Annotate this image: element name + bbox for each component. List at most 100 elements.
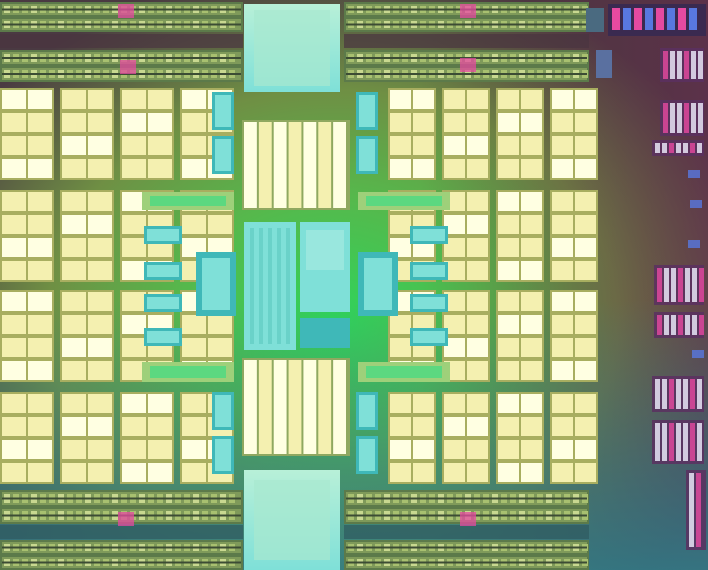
l2-cache-bottom-left-cell [182, 463, 206, 482]
l2-cache-bottom-left-cell [182, 394, 206, 413]
l2-cache-top-right-cell [413, 136, 434, 155]
io-accent-block [460, 4, 476, 18]
center-top-cache-stripe [303, 122, 317, 208]
right-io-macro-cell [669, 143, 674, 153]
right-io-macro-cell [671, 268, 676, 302]
cyan-module-inner [147, 229, 179, 241]
l2-cache-bottom-left-cell [28, 315, 52, 334]
right-io-macro-cell [676, 379, 681, 409]
bottom-right-io2-strip [346, 561, 587, 564]
bottom-left-io2-strip [2, 561, 241, 564]
top-left-io2-strip [2, 57, 241, 59]
l2-cache-bottom-left-cell [148, 463, 172, 482]
l2-cache-bottom-right-cell [575, 417, 596, 436]
l2-cache-top-left-cell [122, 90, 146, 109]
l2-cache-bottom-right-cell [575, 440, 596, 459]
cyan-vertical-module-inner [215, 139, 231, 171]
l2-cache-top-left-cell [182, 113, 206, 132]
center-core-detail [306, 230, 344, 270]
right-io-macro-cell [663, 103, 668, 133]
io-accent-block [118, 512, 134, 526]
l2-cache-bottom-right-cell [552, 394, 573, 413]
center-bottom-cache-stripe [258, 360, 272, 454]
right-io-macro-cell [669, 423, 674, 461]
l2-cache-top-right-cell [390, 113, 411, 132]
l2-cache-bottom-left-cell [62, 440, 86, 459]
l2-cache-top-right-cell [521, 192, 542, 211]
l2-cache-top-left-cell [122, 238, 146, 257]
l2-cache-bottom-right-cell [521, 463, 542, 482]
l2-cache-bottom-right-cell [390, 417, 411, 436]
l2-cache-top-right-cell [467, 261, 488, 280]
right-io-macro-cell [699, 315, 704, 335]
l2-cache-bottom-right-cell [552, 417, 573, 436]
bus-strip-top-right-inner [366, 196, 442, 206]
l2-cache-top-left-cell [2, 113, 26, 132]
l2-cache-top-right-cell [552, 192, 573, 211]
l2-cache-top-right-cell [552, 215, 573, 234]
l2-cache-top-right-cell [575, 215, 596, 234]
l2-cache-top-right-cell [444, 90, 465, 109]
l2-cache-bottom-left-cell [28, 394, 52, 413]
right-io-macro-cell [655, 143, 660, 153]
right-io-macro-cell [683, 379, 688, 409]
l2-cache-top-left-cell [28, 192, 52, 211]
l2-cache-top-right-cell [575, 192, 596, 211]
l2-cache-top-left-cell [88, 238, 112, 257]
l2-cache-top-left-cell [62, 90, 86, 109]
center-core-line [268, 228, 272, 344]
l2-cache-top-left-cell [122, 136, 146, 155]
l2-cache-bottom-left-cell [122, 338, 146, 357]
l2-cache-bottom-left-cell [122, 440, 146, 459]
l2-cache-bottom-left-cell [88, 292, 112, 311]
l2-cache-top-left-cell [28, 261, 52, 280]
l2-cache-top-right-cell [467, 90, 488, 109]
l2-cache-bottom-left-cell [122, 292, 146, 311]
l2-cache-top-right-cell [552, 238, 573, 257]
center-top-cache-stripe [288, 122, 302, 208]
l2-cache-top-right-cell [575, 159, 596, 178]
side-core-right-inner [364, 258, 392, 310]
l2-cache-top-left-cell [2, 238, 26, 257]
l2-cache-top-left-cell [182, 136, 206, 155]
right-io-macro-cell [670, 51, 675, 79]
l2-cache-bottom-right-cell [467, 394, 488, 413]
l2-cache-top-left-cell [122, 113, 146, 132]
l2-cache-bottom-right-cell [444, 440, 465, 459]
l2-cache-top-right-cell [467, 159, 488, 178]
l2-cache-top-left-cell [88, 215, 112, 234]
l2-cache-top-right-cell [552, 90, 573, 109]
l2-cache-bottom-left-cell [2, 394, 26, 413]
l2-cache-bottom-right-cell [498, 440, 519, 459]
l2-cache-top-left-cell [2, 136, 26, 155]
l2-cache-bottom-right-cell [575, 361, 596, 380]
cyan-vertical-module-inner [359, 139, 375, 171]
right-io-macro-cell [676, 143, 681, 153]
right-io-macro-cell [690, 423, 695, 461]
center-top-cache-stripe [318, 122, 332, 208]
l2-cache-top-left-cell [2, 159, 26, 178]
l2-cache-bottom-right-cell [521, 394, 542, 413]
l2-cache-bottom-right-cell [498, 394, 519, 413]
l2-cache-top-left-cell [62, 215, 86, 234]
l2-cache-bottom-left-cell [208, 315, 232, 334]
l2-cache-top-left-cell [148, 113, 172, 132]
l2-cache-top-right-cell [498, 192, 519, 211]
right-io-cell [678, 8, 686, 30]
l2-cache-bottom-left-cell [182, 315, 206, 334]
l2-cache-top-right-cell [521, 159, 542, 178]
center-bottom-cache-stripe [333, 360, 346, 454]
center-top-cache-stripe [333, 122, 346, 208]
l2-cache-bottom-right-cell [413, 463, 434, 482]
l2-cache-top-right-cell [444, 136, 465, 155]
cyan-module-inner [413, 331, 445, 343]
l2-cache-bottom-left-cell [28, 417, 52, 436]
l2-cache-top-left-cell [28, 238, 52, 257]
right-io-dot [688, 170, 700, 178]
l2-cache-bottom-right-cell [498, 361, 519, 380]
die-shot-svg [0, 0, 708, 570]
l2-cache-top-left-cell [28, 113, 52, 132]
l2-cache-top-right-cell [467, 192, 488, 211]
l2-cache-bottom-right-cell [444, 463, 465, 482]
bottom-center-cyan-inner [254, 480, 330, 560]
